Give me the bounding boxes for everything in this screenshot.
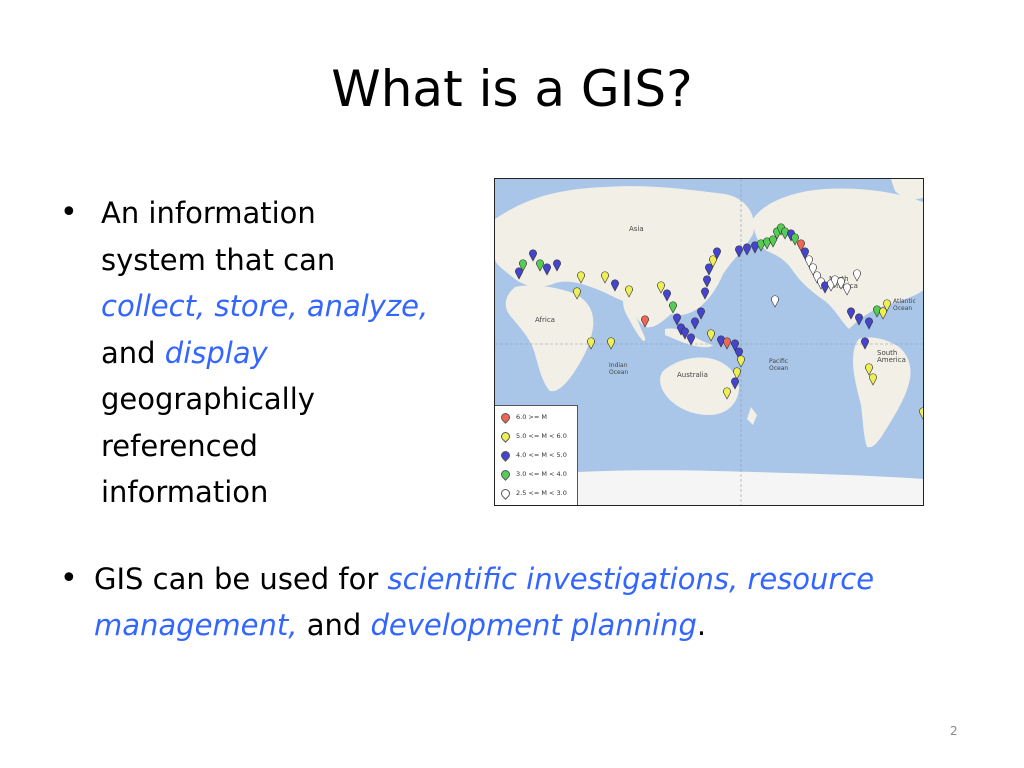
map-label: Africa (535, 316, 555, 324)
blue-pin-icon (499, 448, 512, 462)
page-number: 2 (950, 724, 958, 738)
map-label: Ocean (609, 369, 628, 376)
bullet-1-line: and display (101, 330, 481, 377)
highlight-text: collect, store, analyze, (101, 289, 429, 323)
legend-label: 2.5 <= M < 3.0 (516, 489, 567, 497)
map-label: Pacific (769, 358, 788, 365)
bullet-1-line: information (101, 475, 269, 509)
legend-label: 4.0 <= M < 5.0 (516, 451, 567, 459)
legend-item: 4.0 <= M < 5.0 (499, 448, 567, 462)
earthquake-map: Asia Africa Indian Ocean Australia Pacif… (494, 178, 924, 506)
slide-title: What is a GIS? (331, 60, 693, 118)
legend-label: 3.0 <= M < 4.0 (516, 470, 567, 478)
map-label: Ocean (769, 365, 788, 372)
yellow-pin-icon (499, 429, 512, 443)
bullet-1-line: system that can (101, 242, 336, 277)
map-label: Indian (609, 362, 628, 369)
plain-text: and (101, 335, 165, 370)
bullet-dot: • (60, 195, 78, 230)
white-pin-icon (499, 486, 512, 500)
highlight-text: management, (94, 608, 298, 642)
highlight-text: development planning (370, 608, 697, 642)
highlight-text: display (164, 335, 268, 370)
plain-text: . (696, 608, 707, 642)
bullet-2-text: GIS can be used for scientific investiga… (94, 556, 974, 648)
green-pin-icon (499, 467, 512, 481)
bullet-dot: • (60, 561, 78, 596)
map-label: America (877, 356, 906, 364)
plain-text: and (297, 608, 371, 642)
legend-item: 5.0 <= M < 6.0 (499, 429, 567, 443)
map-label: Asia (629, 225, 644, 233)
bullet-1-line: collect, store, analyze, (101, 283, 481, 330)
bullet-2-line: management, and development planning. (94, 602, 974, 648)
legend-label: 6.0 >= M (516, 413, 547, 421)
highlight-text: scientific investigations, resource (387, 562, 875, 596)
bullet-1-line: referenced (101, 428, 258, 463)
map-label: Ocean (893, 305, 912, 312)
map-label: Australia (677, 371, 708, 379)
bullet-1-line: geographically (101, 382, 315, 416)
map-label: Atlantic (893, 298, 916, 305)
bullet-1-text: An information system that can collect, … (101, 190, 481, 516)
legend-label: 5.0 <= M < 6.0 (516, 432, 567, 440)
bullet-1-line: An information (101, 196, 316, 230)
bullet-2-line: GIS can be used for scientific investiga… (94, 556, 974, 602)
legend-item: 6.0 >= M (499, 410, 547, 424)
red-pin-icon (499, 410, 512, 424)
map-legend: 6.0 >= M 5.0 <= M < 6.0 4.0 <= M < 5.0 3… (495, 405, 578, 505)
legend-item: 3.0 <= M < 4.0 (499, 467, 567, 481)
plain-text: GIS can be used for (94, 562, 388, 596)
legend-item: 2.5 <= M < 3.0 (499, 486, 567, 500)
